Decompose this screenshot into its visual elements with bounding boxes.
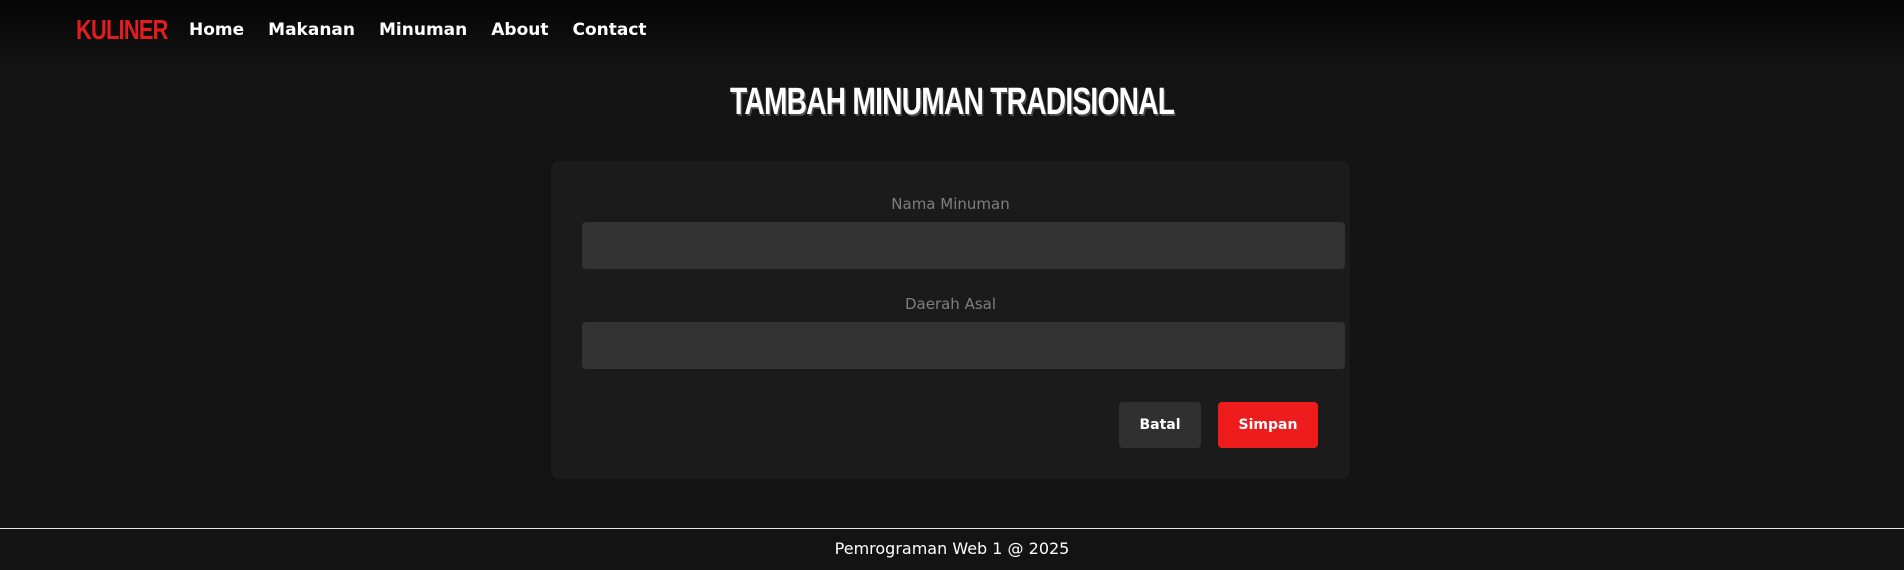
save-button[interactable]: Simpan xyxy=(1218,402,1318,448)
cancel-button[interactable]: Batal xyxy=(1119,402,1201,448)
origin-region-input[interactable] xyxy=(582,322,1345,369)
brand-logo[interactable]: KULINER xyxy=(76,12,168,48)
footer-text: Pemrograman Web 1 @ 2025 xyxy=(834,539,1070,558)
drink-name-input[interactable] xyxy=(582,222,1345,269)
nav-link-home[interactable]: Home xyxy=(189,18,244,42)
page-footer: Pemrograman Web 1 @ 2025 xyxy=(0,528,1904,570)
nav-link-contact[interactable]: Contact xyxy=(572,18,646,42)
drink-name-label: Nama Minuman xyxy=(891,195,1010,213)
nav-link-minuman[interactable]: Minuman xyxy=(379,18,467,42)
origin-region-label: Daerah Asal xyxy=(904,295,997,313)
nav-menu: Home Makanan Minuman About Contact xyxy=(189,18,647,42)
nav-link-makanan[interactable]: Makanan xyxy=(268,18,355,42)
page-title: TAMBAH MINUMAN TRADISIONAL xyxy=(0,78,1904,126)
add-drink-form: Nama Minuman Daerah Asal Batal Simpan xyxy=(551,161,1350,479)
nav-link-about[interactable]: About xyxy=(491,18,548,42)
top-navbar: KULINER Home Makanan Minuman About Conta… xyxy=(0,0,1904,62)
page-title-text: TAMBAH MINUMAN TRADISIONAL xyxy=(729,81,1175,123)
